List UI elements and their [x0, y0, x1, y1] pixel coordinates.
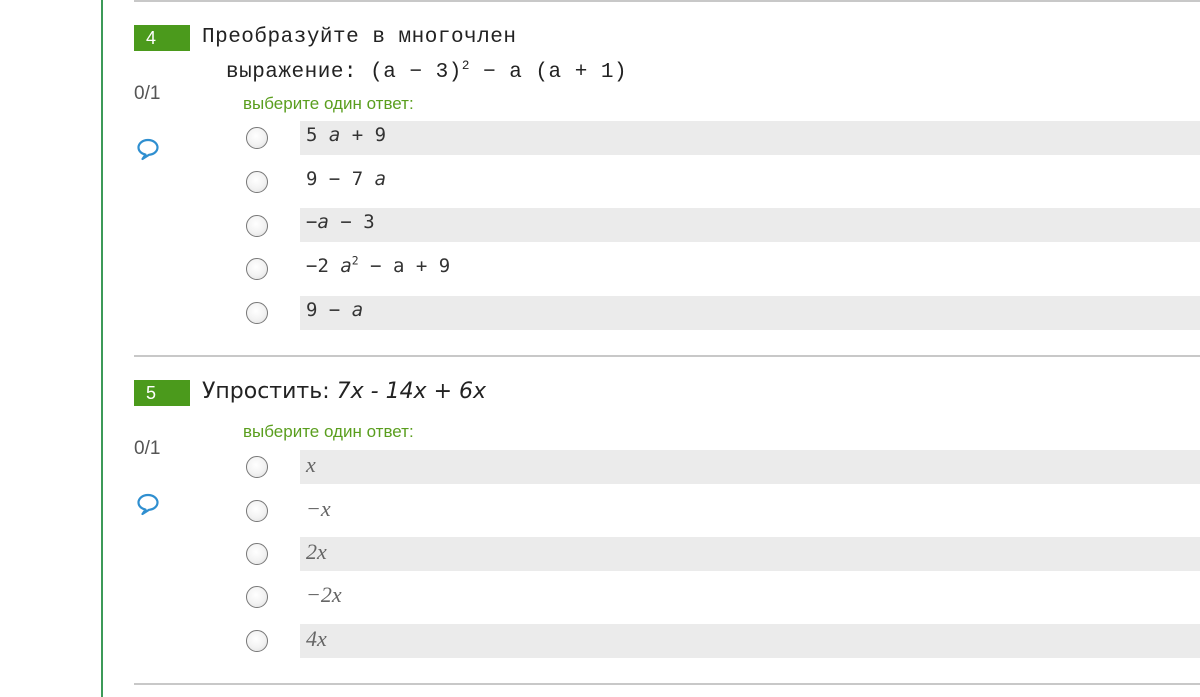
- option-background: [300, 450, 1200, 484]
- option-background: [300, 121, 1200, 155]
- question-text-line-1: Преобразуйте в многочлен: [202, 26, 517, 49]
- option-label: 2x: [306, 539, 327, 564]
- option-label: −x: [306, 496, 331, 521]
- question-number: 5: [134, 380, 190, 406]
- radio-button[interactable]: [246, 456, 268, 478]
- comment-icon[interactable]: [136, 492, 160, 516]
- option-background: [300, 296, 1200, 330]
- question-divider: [134, 0, 1200, 2]
- answer-option[interactable]: x: [246, 450, 1200, 484]
- comment-icon[interactable]: [136, 137, 160, 161]
- question-grade: 0/1: [134, 83, 161, 104]
- answer-option[interactable]: 9 − 7 a: [246, 165, 1200, 199]
- option-background: [300, 537, 1200, 571]
- radio-button[interactable]: [246, 500, 268, 522]
- radio-button[interactable]: [246, 543, 268, 565]
- question-divider: [134, 683, 1200, 685]
- answer-option[interactable]: −2x: [246, 580, 1200, 614]
- question-grade: 0/1: [134, 438, 161, 459]
- radio-button[interactable]: [246, 171, 268, 193]
- question-divider: [134, 355, 1200, 357]
- radio-button[interactable]: [246, 630, 268, 652]
- option-label: 9 − a: [306, 299, 364, 321]
- answer-option[interactable]: −x: [246, 494, 1200, 528]
- option-label: x: [306, 452, 316, 477]
- radio-button[interactable]: [246, 215, 268, 237]
- option-background: [300, 494, 1200, 528]
- question-text: Упростить: 7x - 14x + 6x: [202, 379, 487, 404]
- option-background: [300, 208, 1200, 242]
- question-text-line-2: выражение: (a − 3)2 − a (a + 1): [226, 59, 628, 84]
- radio-button[interactable]: [246, 127, 268, 149]
- option-label: −2 a2 − a + 9: [306, 253, 451, 277]
- page-left-border: [101, 0, 103, 697]
- option-background: [300, 165, 1200, 199]
- answer-prompt: выберите один ответ:: [243, 94, 414, 113]
- option-background: [300, 624, 1200, 658]
- option-label: 4x: [306, 626, 327, 651]
- answer-option[interactable]: 5 a + 9: [246, 121, 1200, 155]
- answer-option[interactable]: 9 − a: [246, 296, 1200, 330]
- radio-button[interactable]: [246, 586, 268, 608]
- option-background: [300, 580, 1200, 614]
- radio-button[interactable]: [246, 302, 268, 324]
- option-label: −2x: [306, 582, 342, 607]
- question-number: 4: [134, 25, 190, 51]
- answer-option[interactable]: −2 a2 − a + 9: [246, 252, 1200, 286]
- radio-button[interactable]: [246, 258, 268, 280]
- answer-option[interactable]: 2x: [246, 537, 1200, 571]
- answer-prompt: выберите один ответ:: [243, 422, 414, 441]
- answer-option[interactable]: −a − 3: [246, 208, 1200, 242]
- answer-option[interactable]: 4x: [246, 624, 1200, 658]
- option-label: 5 a + 9: [306, 124, 387, 146]
- option-label: 9 − 7 a: [306, 168, 387, 190]
- option-label: −a − 3: [306, 211, 375, 233]
